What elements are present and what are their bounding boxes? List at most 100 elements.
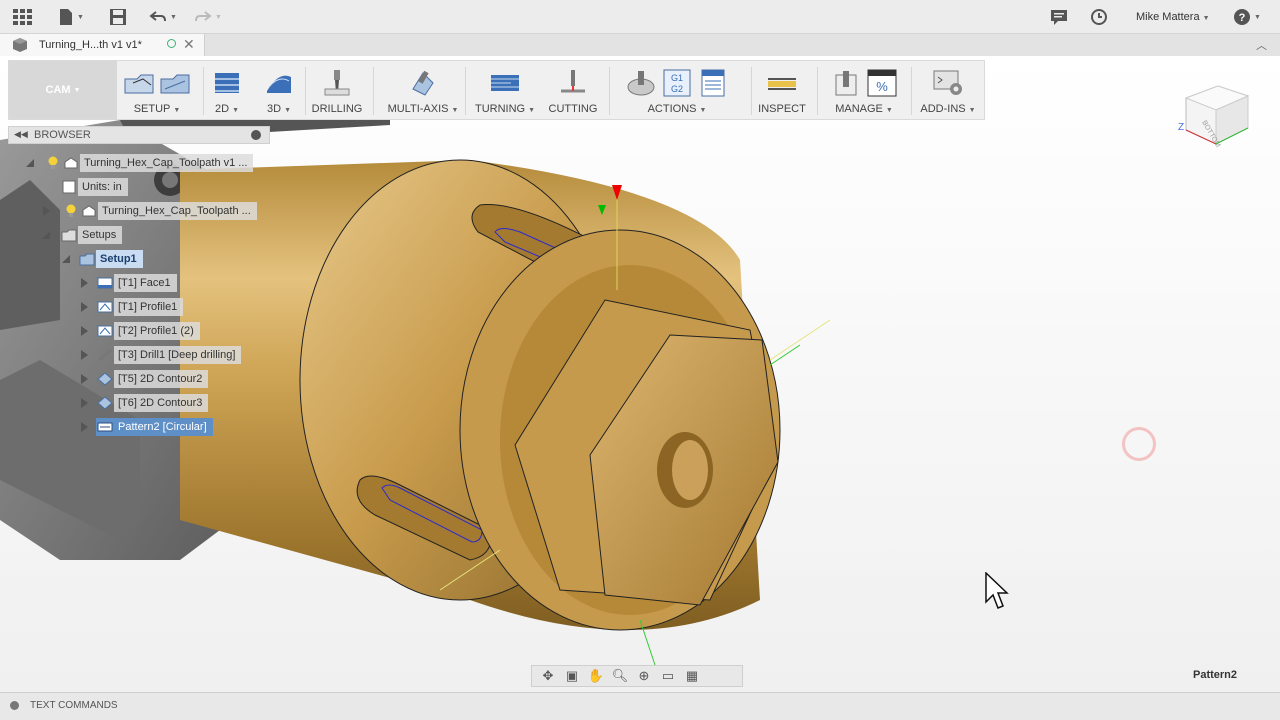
tree-item-pattern2[interactable]: Pattern2 [Circular] [96,417,213,437]
tree-item-label: [T2] Profile1 (2) [114,322,200,340]
save-icon[interactable] [109,7,127,27]
tree-item-document[interactable]: Turning_Hex_Cap_Toolpath v1 ... [44,153,254,173]
zoom-icon[interactable]: 🔍︎ [610,668,630,684]
help-icon[interactable]: ? ▼ [1233,7,1261,27]
collapse-arrow-icon[interactable] [40,229,52,241]
toolbar-group-setup[interactable]: SETUP ▼ [119,65,195,117]
scripts-add-ins-icon[interactable] [932,69,964,97]
tree-item-operation-profile1-2[interactable]: [T2] Profile1 (2) [96,321,200,341]
job-status-clock-icon[interactable] [1090,7,1108,27]
undo-icon[interactable]: ▼ [149,7,177,27]
tree-item-units[interactable]: Units: in [60,177,128,197]
redo-icon[interactable]: ▼ [194,7,222,27]
workspace-label: CAM [45,84,71,96]
expand-arrow-icon[interactable] [78,397,90,409]
post-library-icon[interactable]: % [866,69,898,97]
tree-item-operation-2d-contour3[interactable]: [T6] 2D Contour3 [96,393,209,413]
post-process-icon-g2: G2 [671,84,683,94]
browser-pin-icon[interactable] [251,130,261,140]
toolbar-group-2d[interactable]: 2D ▼ [205,65,249,117]
look-at-icon[interactable]: ▣ [562,668,582,684]
tree-item-label: [T3] Drill1 [Deep drilling] [114,346,242,364]
tree-item-setup1[interactable]: Setup1 [78,249,143,269]
expand-arrow-icon[interactable] [78,421,90,433]
toolbar-separator [609,67,610,115]
new-setup-icon[interactable] [123,69,155,97]
tree-item-operation-2d-contour2[interactable]: [T5] 2D Contour2 [96,369,209,389]
post-process-icon[interactable]: G1G2 [661,69,693,97]
collapse-arrow-icon[interactable] [60,253,72,265]
close-tab-icon[interactable]: ✕ [183,36,195,53]
cam-toolbar: CAM ▼ SETUP ▼ 2D ▼ 3D ▼ DRILLING MULTI-AXIS ▼… [8,60,985,120]
document-tab-title: Turning_H...th v1 v1* [39,39,142,51]
text-commands-bar[interactable]: TEXT COMMANDS [0,692,1280,720]
tree-item-label: [T5] 2D Contour2 [114,370,209,388]
user-account-menu[interactable]: Mike Mattera ▼ [1136,11,1210,23]
toolbar-separator [465,67,466,115]
toolbar-group-inspect[interactable]: INSPECT [755,65,809,117]
file-menu-icon[interactable]: ▼ [58,7,84,27]
toolbar-group-label: 2D [215,103,230,115]
expand-arrow-icon[interactable] [78,349,90,361]
toolbar-group-turning[interactable]: TURNING ▼ [473,65,537,117]
turning-icon[interactable] [489,69,521,97]
fit-zoom-icon[interactable]: ⊕ [634,668,654,684]
expand-arrow-icon[interactable] [40,205,52,217]
lightbulb-icon[interactable] [62,203,80,219]
browser-panel: ◀◀ BROWSER [8,126,270,144]
grid-settings-icon[interactable]: ▦ [682,668,702,684]
display-settings-icon[interactable]: ▭ [658,668,678,684]
text-commands-toggle-icon[interactable] [10,701,19,710]
drill-operation-icon [96,347,114,363]
workspace-switcher[interactable]: CAM ▼ [9,61,117,119]
viewcube[interactable]: BOTTOM Z [1172,78,1256,154]
document-tab-bar: Turning_H...th v1 v1* ✕ ︿ [0,34,1280,56]
document-tab[interactable]: Turning_H...th v1 v1* ✕ [0,34,205,56]
tree-item-operation-face1[interactable]: [T1] Face1 [96,273,177,293]
expand-arrow-icon[interactable] [78,325,90,337]
collapse-toolbar-icon[interactable]: ︿ [1256,37,1267,53]
3d-milling-icon[interactable] [263,69,295,97]
comments-icon[interactable] [1050,7,1068,27]
2d-milling-icon[interactable] [211,69,243,97]
toolbar-group-manage[interactable]: % MANAGE ▼ [821,65,907,117]
cutting-icon[interactable] [557,69,589,97]
tree-item-label: [T1] Profile1 [114,298,184,316]
chuck-jaw-upper [0,180,60,330]
simulate-icon[interactable] [625,69,657,97]
collapse-browser-icon[interactable]: ◀◀ [14,129,28,140]
toolbar-group-multi-axis[interactable]: MULTI-AXIS ▼ [385,65,461,117]
profile-operation-icon [96,323,114,339]
tree-item-operation-drill1[interactable]: [T3] Drill1 [Deep drilling] [96,345,242,365]
expand-arrow-icon[interactable] [78,373,90,385]
setup-sheet-icon[interactable] [697,69,729,97]
tool-library-icon[interactable] [830,69,862,97]
lightbulb-icon[interactable] [44,155,62,171]
expand-arrow-icon[interactable] [78,301,90,313]
expand-arrow-icon[interactable] [78,277,90,289]
toolbar-group-add-ins[interactable]: ADD-INS ▼ [915,65,981,117]
post-library-icon-text: % [876,79,888,94]
toolbar-group-3d[interactable]: 3D ▼ [257,65,301,117]
toolbar-separator [817,67,818,115]
drilling-icon[interactable] [321,69,353,97]
tree-item-setups[interactable]: Setups [60,225,123,245]
saved-status-icon [167,39,176,48]
orbit-icon[interactable]: ✥ [538,668,558,684]
tree-item-label: Turning_Hex_Cap_Toolpath v1 ... [80,154,254,172]
tree-item-operation-profile1[interactable]: [T1] Profile1 [96,297,184,317]
setup-icon [78,251,96,267]
toolbar-group-cutting[interactable]: CUTTING [545,65,601,117]
tree-item-model[interactable]: Turning_Hex_Cap_Toolpath ... [62,201,257,221]
toolbar-group-drilling[interactable]: DRILLING [307,65,367,117]
toolbar-group-actions[interactable]: G1 G2 ACTIONS ▼ [613,65,741,117]
inspect-measure-icon[interactable] [766,69,798,97]
collapse-arrow-icon[interactable] [24,157,36,169]
viewcube-z-axis-label: Z [1178,122,1184,133]
2d-contour-operation-icon [96,371,114,387]
multi-axis-icon[interactable] [407,69,439,97]
pan-hand-icon[interactable]: ✋ [586,668,606,684]
app-grid-icon[interactable] [12,7,32,27]
application-bar: ▼ ▼ ▼ Mike Mattera ▼ ? ▼ [0,0,1280,34]
setup-folder-icon[interactable] [159,69,191,97]
